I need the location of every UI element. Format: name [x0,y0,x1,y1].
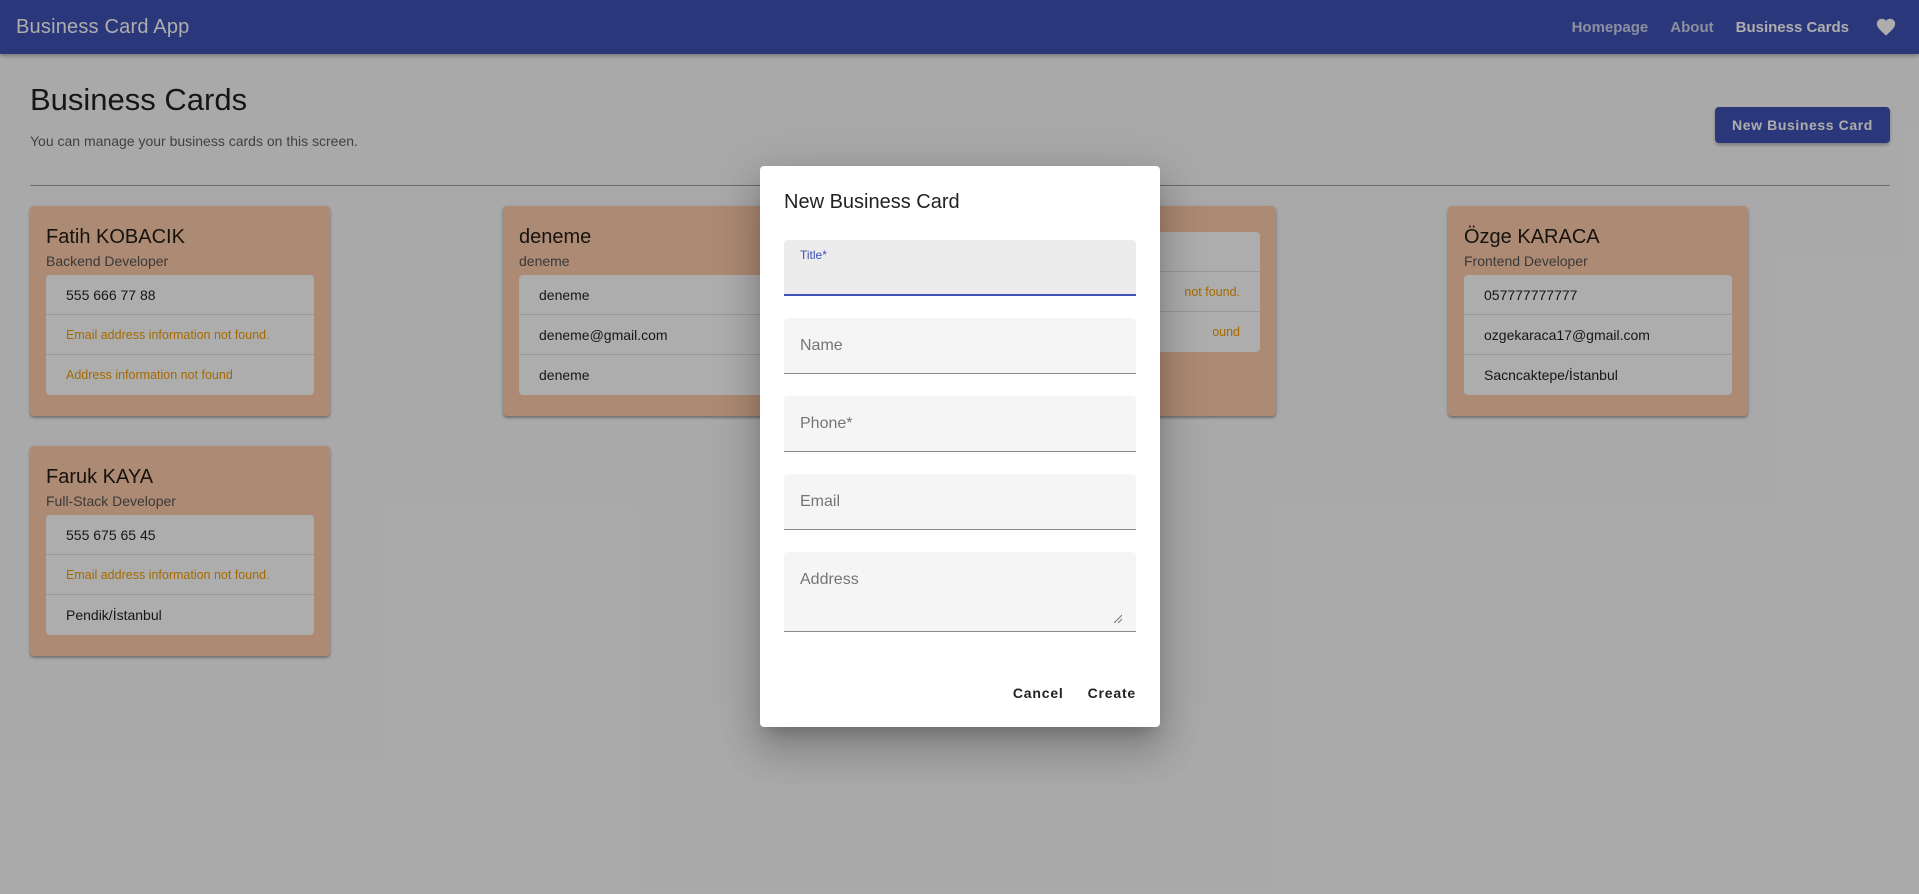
name-input[interactable] [800,347,1120,367]
title-field-label: Title* [800,248,827,262]
title-input[interactable] [800,268,1120,288]
dialog-actions: Cancel Create [1005,675,1144,711]
resize-handle-icon[interactable] [1113,614,1122,623]
cancel-button[interactable]: Cancel [1005,675,1072,711]
email-input[interactable] [800,503,1120,523]
address-field[interactable]: Address [784,552,1136,632]
phone-field[interactable]: Phone* [784,396,1136,452]
create-button[interactable]: Create [1080,675,1144,711]
email-field[interactable]: Email [784,474,1136,530]
phone-input[interactable] [800,425,1120,445]
title-field[interactable]: Title* [784,240,1136,296]
dialog-title: New Business Card [784,191,960,213]
new-card-dialog: New Business Card Title* Name Phone* Ema… [760,166,1160,727]
address-field-label: Address [800,571,859,588]
name-field[interactable]: Name [784,318,1136,374]
